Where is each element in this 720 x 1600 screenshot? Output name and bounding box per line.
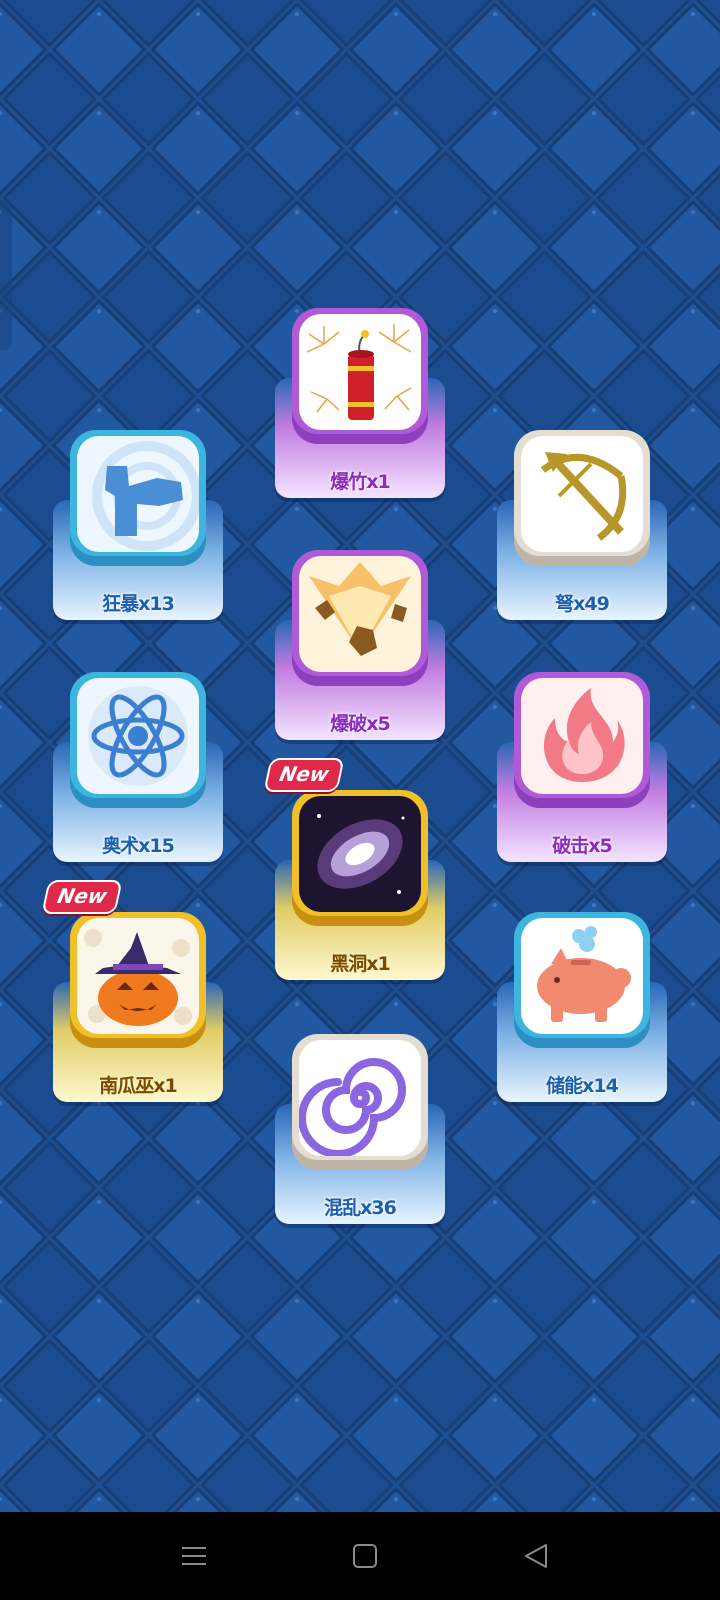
piggy-bank-icon: [521, 918, 643, 1034]
item-card-pumpkin-witch[interactable]: New 南瓜巫x1: [41, 880, 223, 1102]
item-label: 南瓜巫x1: [99, 1075, 177, 1097]
item-card-piggy-bank[interactable]: 储能x14: [497, 912, 667, 1102]
item-tile: [514, 912, 650, 1048]
item-card-flame[interactable]: 破击x5: [497, 672, 667, 862]
pumpkin-witch-icon: [77, 918, 199, 1034]
item-tile: [514, 672, 650, 808]
item-tile: [292, 308, 428, 444]
item-card-atom[interactable]: 奥术x15: [53, 672, 223, 862]
item-label: 爆破x5: [330, 713, 390, 735]
spiral-icon: [299, 1040, 421, 1156]
item-tile: [292, 790, 428, 926]
home-square-icon[interactable]: [349, 1540, 381, 1572]
flame-icon: [521, 678, 643, 794]
back-triangle-icon[interactable]: [520, 1540, 552, 1572]
system-navigation-bar: [0, 1512, 720, 1600]
side-drawer-handle[interactable]: [0, 200, 12, 350]
menu-icon[interactable]: [178, 1540, 210, 1572]
crossbow-icon: [521, 436, 643, 552]
item-label: 奥术x15: [102, 835, 175, 857]
new-badge: New: [41, 880, 123, 914]
item-card-explosion[interactable]: 爆破x5: [275, 550, 445, 740]
item-label: 爆竹x1: [330, 471, 390, 493]
item-label: 黑洞x1: [330, 953, 390, 975]
item-card-black-hole[interactable]: New 黑洞x1: [263, 758, 445, 980]
item-tile: [70, 672, 206, 808]
item-label: 混乱x36: [324, 1197, 397, 1219]
item-tile: [70, 430, 206, 566]
item-card-firecracker[interactable]: 爆竹x1: [275, 308, 445, 498]
new-badge: New: [263, 758, 345, 792]
game-board: 爆竹x1 狂暴x13 弩x49 爆破x5 奥术x15 破击x5 New 黑洞x1…: [0, 0, 720, 1512]
item-tile: [70, 912, 206, 1048]
firecracker-icon: [299, 314, 421, 430]
item-tile: [292, 1034, 428, 1170]
item-card-hammer[interactable]: 狂暴x13: [53, 430, 223, 620]
black-hole-icon: [299, 796, 421, 912]
item-card-crossbow[interactable]: 弩x49: [497, 430, 667, 620]
hammer-icon: [77, 436, 199, 552]
item-card-spiral[interactable]: 混乱x36: [275, 1034, 445, 1224]
item-label: 储能x14: [546, 1075, 619, 1097]
atom-icon: [77, 678, 199, 794]
explosion-icon: [299, 556, 421, 672]
item-label: 破击x5: [552, 835, 612, 857]
item-tile: [292, 550, 428, 686]
item-label: 弩x49: [555, 593, 610, 615]
item-label: 狂暴x13: [102, 593, 175, 615]
item-tile: [514, 430, 650, 566]
